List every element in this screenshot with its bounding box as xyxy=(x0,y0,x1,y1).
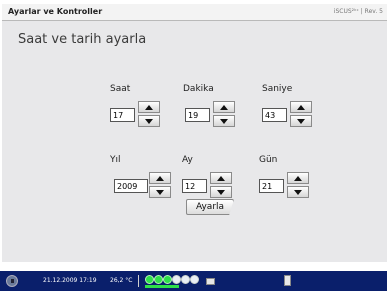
second-label: Saniye xyxy=(262,84,293,94)
second-input[interactable]: 43 xyxy=(262,108,287,122)
month-label: Ay xyxy=(182,155,193,165)
year-field: Yıl 2009 xyxy=(110,155,175,203)
status-led-icon xyxy=(190,275,199,284)
hour-label: Saat xyxy=(110,84,131,94)
year-down-button[interactable] xyxy=(149,186,171,198)
year-input[interactable]: 2009 xyxy=(114,179,148,193)
year-up-button[interactable] xyxy=(149,172,171,184)
year-label: Yıl xyxy=(110,155,121,165)
status-led-icon xyxy=(172,275,181,284)
triangle-down-icon xyxy=(220,119,228,124)
triangle-up-icon xyxy=(220,105,228,110)
title-bar: Ayarlar ve Kontroller iSCUS²ᵏᶜ | Rev. 5 xyxy=(2,4,387,21)
minute-label: Dakika xyxy=(183,84,214,94)
status-bar: 21.12.2009 17:19 26,2 °C xyxy=(0,271,387,291)
minute-input[interactable]: 19 xyxy=(185,108,210,122)
second-down-button[interactable] xyxy=(290,115,312,127)
triangle-down-icon xyxy=(217,190,225,195)
day-field: Gün 21 xyxy=(259,155,319,203)
app-window: Ayarlar ve Kontroller iSCUS²ᵏᶜ | Rev. 5 … xyxy=(0,0,387,291)
minute-down-button[interactable] xyxy=(213,115,235,127)
triangle-up-icon xyxy=(145,105,153,110)
triangle-down-icon xyxy=(297,119,305,124)
settings-panel: Saat ve tarih ayarla xyxy=(2,21,387,262)
triangle-down-icon xyxy=(145,119,153,124)
separator xyxy=(138,275,139,287)
day-down-button[interactable] xyxy=(287,186,309,198)
apply-button[interactable]: Ayarla xyxy=(186,199,234,215)
triangle-down-icon xyxy=(294,190,302,195)
status-led-bar xyxy=(145,285,179,288)
hour-field: Saat 17 xyxy=(110,84,170,132)
second-up-button[interactable] xyxy=(290,101,312,113)
minute-up-button[interactable] xyxy=(213,101,235,113)
hour-down-button[interactable] xyxy=(138,115,160,127)
status-led-icon xyxy=(181,275,190,284)
status-led-icon xyxy=(154,275,163,284)
triangle-up-icon xyxy=(156,176,164,181)
month-input[interactable]: 12 xyxy=(182,179,207,193)
minute-field: Dakika 19 xyxy=(183,84,243,132)
page-title: Saat ve tarih ayarla xyxy=(18,32,147,47)
info-icon[interactable] xyxy=(284,275,291,286)
day-up-button[interactable] xyxy=(287,172,309,184)
triangle-up-icon xyxy=(297,105,305,110)
second-field: Saniye 43 xyxy=(262,84,322,132)
day-input[interactable]: 21 xyxy=(259,179,284,193)
power-icon[interactable] xyxy=(6,275,18,287)
triangle-up-icon xyxy=(294,176,302,181)
window-title: Ayarlar ve Kontroller xyxy=(8,7,103,16)
day-label: Gün xyxy=(259,155,278,165)
triangle-down-icon xyxy=(156,190,164,195)
month-field: Ay 12 xyxy=(182,155,242,203)
month-up-button[interactable] xyxy=(210,172,232,184)
month-down-button[interactable] xyxy=(210,186,232,198)
hour-input[interactable]: 17 xyxy=(110,108,135,122)
status-led-icon xyxy=(163,275,172,284)
brand-logo: iSCUS²ᵏᶜ | Rev. 5 xyxy=(333,8,383,15)
keyboard-icon[interactable] xyxy=(206,278,215,285)
status-datetime: 21.12.2009 17:19 xyxy=(43,277,97,284)
status-led-icon xyxy=(145,275,154,284)
triangle-up-icon xyxy=(217,176,225,181)
status-temperature: 26,2 °C xyxy=(110,277,133,284)
hour-up-button[interactable] xyxy=(138,101,160,113)
